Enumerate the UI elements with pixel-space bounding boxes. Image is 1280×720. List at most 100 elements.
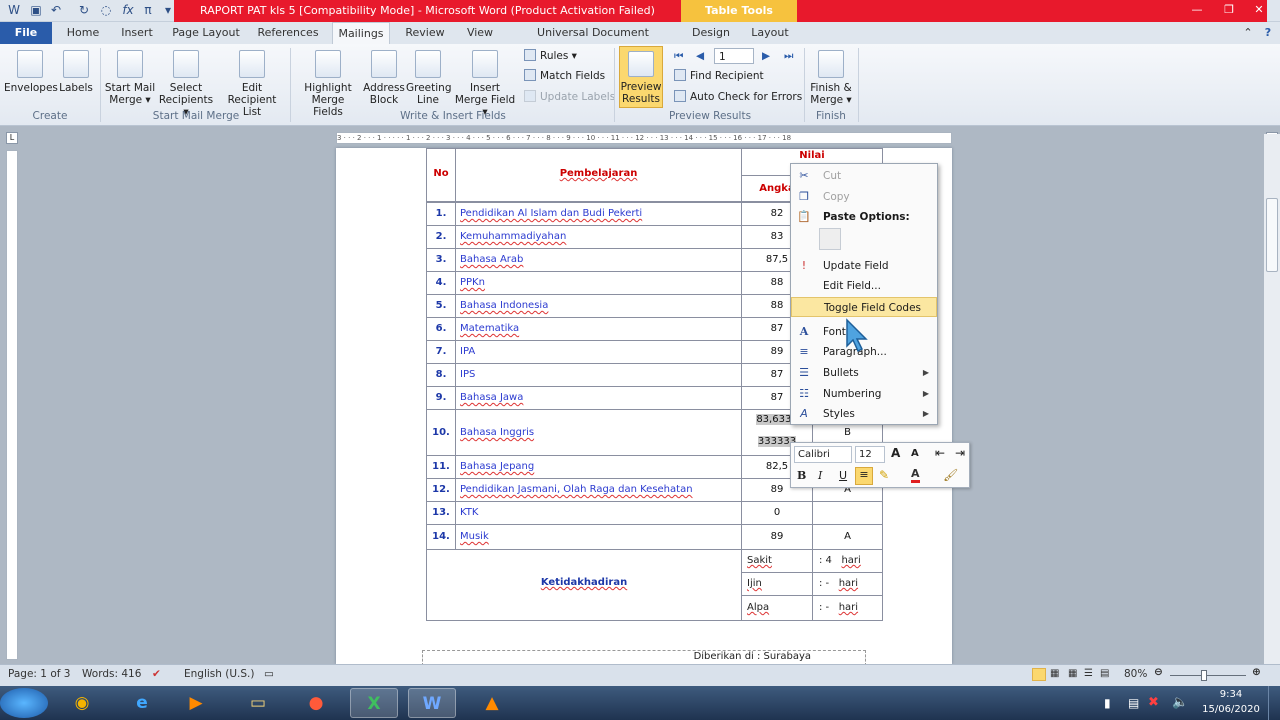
paste-keep-text-icon[interactable] [819,228,841,250]
tab-file[interactable]: File [0,22,52,44]
row-angka[interactable]: 89 [741,524,813,550]
network-tray-icon[interactable]: ▤ [1128,696,1139,710]
highlight-color-icon[interactable]: ✎ [879,468,889,482]
grow-font-icon[interactable]: A [891,446,900,460]
tab-universal-document-converter[interactable]: Universal Document Converter [510,22,676,61]
edit-recipient-list-button[interactable]: Edit Recipient List [218,50,286,118]
tab-references[interactable]: References [252,22,324,44]
zoom-slider-thumb[interactable] [1201,670,1207,681]
font-size-box[interactable]: 12 [855,446,885,463]
start-button[interactable] [0,688,48,718]
preview-results-button[interactable]: Preview Results [619,46,663,108]
row-subject[interactable]: Bahasa Jawa [455,386,742,410]
update-labels-button[interactable]: Update Labels [524,89,615,105]
usb-tray-icon[interactable]: ▮ [1104,696,1111,710]
internet-explorer-taskbar-icon[interactable]: e [118,688,166,718]
last-record-button[interactable]: ⏭ [784,48,793,64]
row-subject[interactable]: KTK [455,501,742,525]
tab-mailings[interactable]: Mailings [332,22,390,44]
select-recipients-button[interactable]: Select Recipients ▾ [156,50,216,118]
attendance-value-cell[interactable]: : 4 hari [812,549,883,573]
tab-selector[interactable]: L [6,132,18,144]
format-painter-icon[interactable]: 🖌 [943,468,958,482]
clock-time[interactable]: 9:34 [1208,689,1254,700]
row-subject[interactable]: Musik [455,524,742,550]
menu-toggle-field-codes[interactable]: Toggle Field Codes [791,297,937,317]
help-icon[interactable]: ? [1260,22,1276,44]
file-explorer-taskbar-icon[interactable]: ▭ [234,688,282,718]
font-color-icon[interactable]: A [911,467,920,483]
row-subject[interactable]: PPKn [455,271,742,295]
word-taskbar-icon[interactable]: W [408,688,456,718]
greeting-line-button[interactable]: Greeting Line [406,50,452,106]
underline-icon[interactable]: U [839,469,847,482]
shrink-font-icon[interactable]: A [911,448,919,459]
tab-view[interactable]: View [460,22,500,44]
highlight-merge-fields-button[interactable]: Highlight Merge Fields [296,50,360,118]
excel-taskbar-icon[interactable]: X [350,688,398,718]
formula-icon[interactable]: fx [120,2,136,18]
previous-record-button[interactable]: ◀ [696,48,704,64]
language[interactable]: English (U.S.) [184,668,254,680]
center-align-icon[interactable]: ≡ [855,467,873,485]
scrollbar-thumb[interactable] [1266,198,1278,272]
vertical-scrollbar[interactable] [1264,134,1280,664]
row-subject[interactable]: Bahasa Indonesia [455,294,742,318]
zoom-out-icon[interactable]: ⊖ [1154,666,1163,678]
increase-indent-icon[interactable]: ⇥ [955,446,965,460]
zoom-level[interactable]: 80% [1124,668,1147,680]
labels-button[interactable]: Labels [58,50,94,94]
pi-icon[interactable]: π [140,2,156,18]
tab-layout[interactable]: Layout [746,22,794,44]
volume-tray-icon[interactable]: 🔈 [1172,695,1188,710]
redo-icon[interactable]: ↻ [76,2,92,18]
print-layout-view-icon[interactable] [1032,668,1046,681]
match-fields-button[interactable]: Match Fields [524,68,605,84]
menu-update-field[interactable]: ! Update Field [791,256,937,276]
row-predikat[interactable] [812,501,883,525]
app-taskbar-icon[interactable]: ● [292,688,340,718]
envelopes-button[interactable]: Envelopes [4,50,58,94]
italic-icon[interactable]: I [818,469,822,482]
vertical-ruler[interactable] [6,150,18,660]
row-angka[interactable]: 0 [741,501,813,525]
minimize-button[interactable]: — [1188,3,1206,17]
draft-view-icon[interactable]: ▤ [1100,668,1109,679]
antivirus-tray-icon[interactable]: ✖ [1148,695,1159,710]
bold-icon[interactable]: B [797,469,806,482]
insert-merge-field-button[interactable]: Insert Merge Field ▾ [452,50,518,118]
row-subject[interactable]: Kemuhammadiyahan [455,225,742,249]
row-subject[interactable]: IPA [455,340,742,364]
page-count[interactable]: Page: 1 of 3 [8,668,70,680]
row-subject[interactable]: Bahasa Jepang [455,455,742,479]
macro-recording-icon[interactable]: ▭ [264,668,274,680]
menu-edit-field[interactable]: Edit Field... [791,276,937,296]
rules-button[interactable]: Rules ▾ [524,48,577,64]
show-desktop-button[interactable] [1268,686,1280,720]
tab-insert[interactable]: Insert [114,22,160,44]
save-icon[interactable]: ▣ [28,2,44,18]
outline-view-icon[interactable]: ☰ [1084,668,1093,679]
record-number-input[interactable]: 1 [714,48,754,64]
menu-styles[interactable]: A Styles ▶ [791,404,937,424]
proofing-icon[interactable]: ✔ [152,668,161,680]
first-record-button[interactable]: ⏮ [674,48,683,64]
font-name-box[interactable]: Calibri [794,446,852,463]
attendance-value-cell[interactable]: : - hari [812,595,883,621]
close-button[interactable]: ✕ [1250,3,1268,17]
repeat-icon[interactable]: ◌ [98,2,114,18]
menu-numbering[interactable]: ☷ Numbering ▶ [791,384,937,404]
restore-button[interactable]: ❐ [1220,3,1238,17]
tab-home[interactable]: Home [60,22,106,44]
vlc-taskbar-icon[interactable]: ▲ [468,688,516,718]
row-subject[interactable]: Bahasa Inggris [455,409,742,456]
chrome-taskbar-icon[interactable]: ◉ [58,688,106,718]
tab-review[interactable]: Review [400,22,450,44]
horizontal-ruler[interactable]: 3 · · · 2 · · · 1 · · · · · 1 · · · 2 · … [336,132,952,144]
next-record-button[interactable]: ▶ [762,48,770,64]
word-count[interactable]: Words: 416 [82,668,141,680]
menu-bullets[interactable]: ☰ Bullets ▶ [791,363,937,383]
row-subject[interactable]: IPS [455,363,742,387]
undo-icon[interactable]: ↶ [48,2,64,18]
row-subject[interactable]: Pendidikan Al Islam dan Budi Pekerti [455,202,742,226]
